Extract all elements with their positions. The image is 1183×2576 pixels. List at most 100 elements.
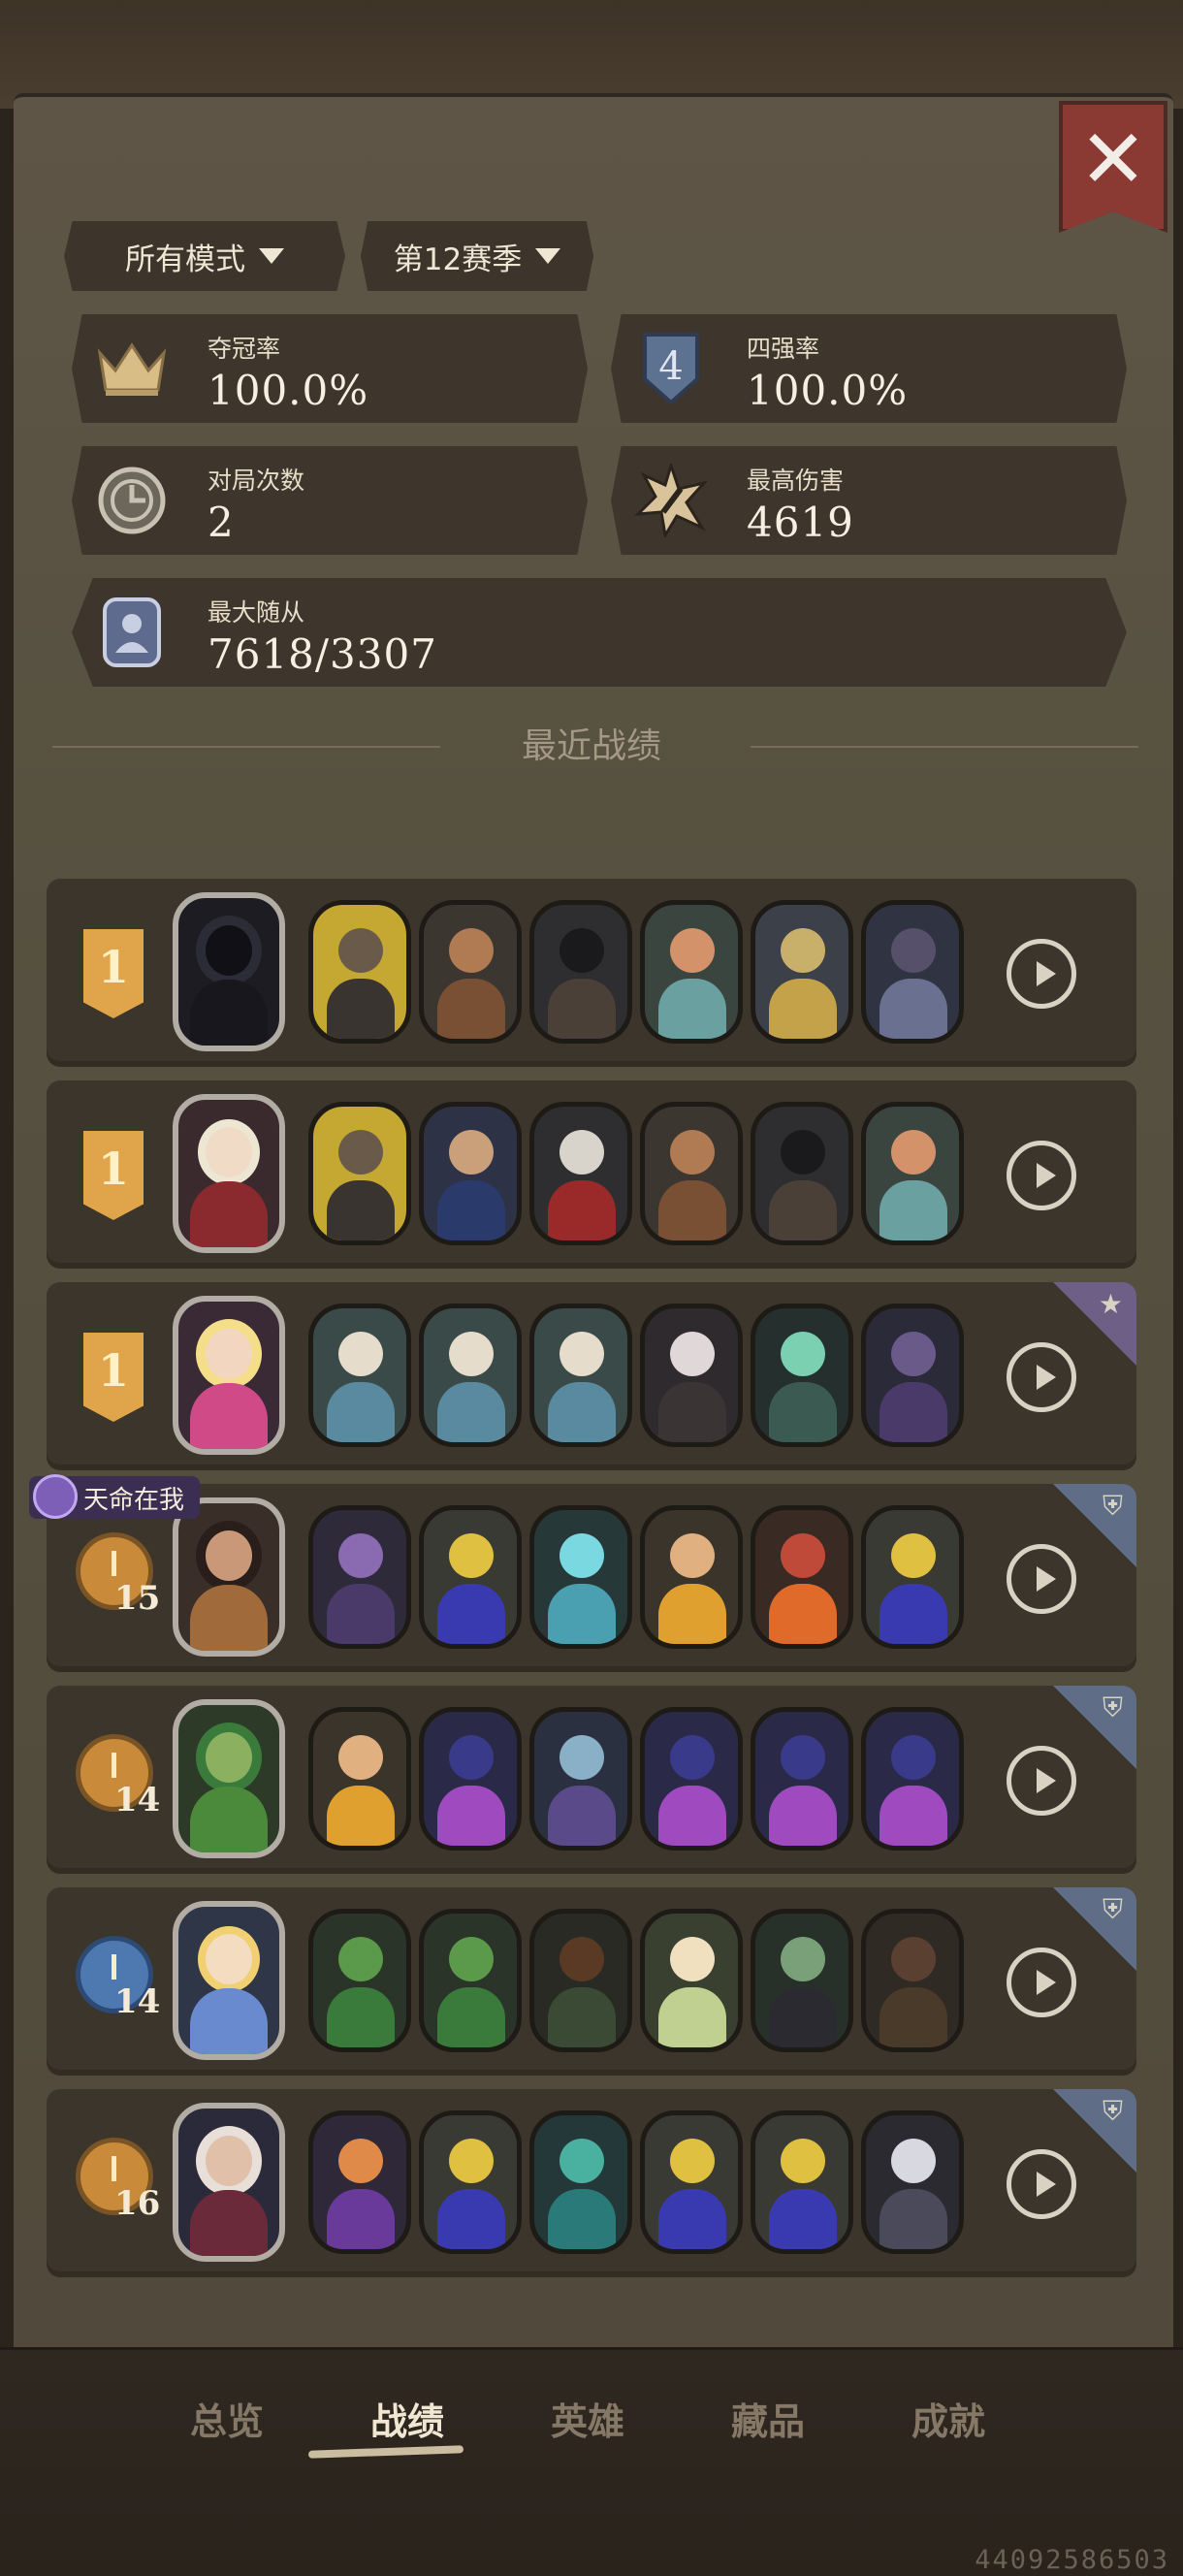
- minion-portrait[interactable]: [419, 1102, 522, 1245]
- stat-value: 7618/3307: [208, 630, 437, 678]
- hero-head: [206, 925, 252, 976]
- hero-portrait[interactable]: [173, 1497, 285, 1657]
- crown-icon: [93, 330, 171, 407]
- hero-portrait[interactable]: [173, 2103, 285, 2262]
- minion-portrait[interactable]: [861, 1505, 964, 1649]
- minion-portrait[interactable]: [861, 1102, 964, 1245]
- minion-portrait[interactable]: [861, 1707, 964, 1851]
- minion-portrait[interactable]: [640, 900, 743, 1044]
- minion-portrait[interactable]: [529, 1304, 632, 1447]
- hero-body: [190, 1988, 268, 2054]
- minion-portrait[interactable]: [640, 2110, 743, 2254]
- minion-portrait[interactable]: [308, 2110, 411, 2254]
- match-row[interactable]: ⛨ 15: [47, 1484, 1136, 1672]
- hero-portrait[interactable]: [173, 1094, 285, 1253]
- minion-portrait[interactable]: [419, 1909, 522, 2052]
- replay-button[interactable]: [1007, 1746, 1076, 1816]
- minion-portrait[interactable]: [529, 2110, 632, 2254]
- hero-portrait[interactable]: [173, 892, 285, 1051]
- minion-portrait[interactable]: [419, 2110, 522, 2254]
- play-icon: [1037, 1970, 1056, 1995]
- minion-portrait[interactable]: [529, 900, 632, 1044]
- stat-games-played: 对局次数 2: [72, 446, 588, 555]
- minion-portrait[interactable]: [419, 1707, 522, 1851]
- match-row[interactable]: ⛨ 14: [47, 1686, 1136, 1874]
- minion-portrait[interactable]: [751, 1304, 853, 1447]
- minion-portrait[interactable]: [529, 1102, 632, 1245]
- match-row[interactable]: ★ 1: [47, 1282, 1136, 1470]
- minion-portrait[interactable]: [640, 1102, 743, 1245]
- hero-head: [206, 1934, 252, 1984]
- chevron-down-icon: [535, 248, 561, 264]
- minion-portrait[interactable]: [308, 1505, 411, 1649]
- minion-portrait[interactable]: [308, 1102, 411, 1245]
- minion-portrait[interactable]: [640, 1909, 743, 2052]
- play-icon: [1037, 1566, 1056, 1592]
- rank-badge: 1: [83, 929, 144, 1018]
- hero-head: [206, 1329, 252, 1379]
- tab-collection[interactable]: 藏品: [731, 2392, 805, 2445]
- minion-portrait[interactable]: [861, 2110, 964, 2254]
- minion-portrait[interactable]: [751, 1909, 853, 2052]
- hero-portrait[interactable]: [173, 1901, 285, 2060]
- recent-records-title: 最近战绩: [521, 726, 661, 766]
- tab-heroes[interactable]: 英雄: [551, 2392, 624, 2445]
- replay-button[interactable]: [1007, 2149, 1076, 2219]
- star-icon: ★: [1098, 1288, 1123, 1320]
- match-row[interactable]: ⛨ 16: [47, 2089, 1136, 2277]
- mode-dropdown-label: 所有模式: [125, 242, 245, 277]
- svg-text:4: 4: [658, 344, 683, 389]
- minion-portrait[interactable]: [751, 900, 853, 1044]
- minion-portrait[interactable]: [640, 1505, 743, 1649]
- minion-portrait[interactable]: [751, 1505, 853, 1649]
- user-id: 44092586503: [975, 2545, 1169, 2575]
- minion-portrait[interactable]: [308, 1909, 411, 2052]
- hero-body: [190, 1787, 268, 1852]
- match-row[interactable]: ⛨ 14: [47, 1887, 1136, 2076]
- fate-tag-label: 天命在我: [83, 1485, 185, 1515]
- tab-records[interactable]: 战绩: [370, 2392, 444, 2445]
- play-icon: [1037, 1163, 1056, 1188]
- minion-portrait[interactable]: [419, 900, 522, 1044]
- minion-portrait[interactable]: [308, 900, 411, 1044]
- season-dropdown[interactable]: 第12赛季: [361, 221, 593, 291]
- minion-portrait[interactable]: [308, 1707, 411, 1851]
- play-icon: [1037, 1365, 1056, 1390]
- minion-portrait[interactable]: [419, 1505, 522, 1649]
- hero-body: [190, 1383, 268, 1449]
- tab-achievements[interactable]: 成就: [911, 2392, 985, 2445]
- match-row[interactable]: 1: [47, 1080, 1136, 1269]
- minion-portrait[interactable]: [529, 1505, 632, 1649]
- chevron-down-icon: [259, 248, 284, 264]
- match-row[interactable]: 1: [47, 879, 1136, 1067]
- minion-portrait[interactable]: [308, 1304, 411, 1447]
- minion-portrait[interactable]: [640, 1304, 743, 1447]
- minion-portrait[interactable]: [419, 1304, 522, 1447]
- rank-badge: 1: [83, 1131, 144, 1220]
- hero-portrait[interactable]: [173, 1699, 285, 1858]
- replay-button[interactable]: [1007, 1141, 1076, 1210]
- replay-button[interactable]: [1007, 1342, 1076, 1412]
- tab-overview[interactable]: 总览: [190, 2392, 264, 2445]
- minion-portrait[interactable]: [529, 1909, 632, 2052]
- play-icon: [1037, 961, 1056, 986]
- mode-dropdown[interactable]: 所有模式: [64, 221, 345, 291]
- minion-portrait[interactable]: [751, 1102, 853, 1245]
- minion-portrait[interactable]: [861, 900, 964, 1044]
- minion-portrait[interactable]: [529, 1707, 632, 1851]
- replay-button[interactable]: [1007, 1544, 1076, 1614]
- minion-portrait[interactable]: [640, 1707, 743, 1851]
- stat-label: 对局次数: [208, 467, 305, 495]
- stat-value: 2: [208, 499, 235, 546]
- timer-icon: [93, 462, 171, 539]
- replay-button[interactable]: [1007, 939, 1076, 1009]
- hero-portrait[interactable]: [173, 1296, 285, 1455]
- minion-portrait[interactable]: [861, 1909, 964, 2052]
- minion-portrait[interactable]: [861, 1304, 964, 1447]
- minion-portrait[interactable]: [751, 1707, 853, 1851]
- replay-button[interactable]: [1007, 1948, 1076, 2017]
- minion-portrait[interactable]: [751, 2110, 853, 2254]
- hero-body: [190, 980, 268, 1046]
- close-icon: ✕: [1078, 112, 1148, 207]
- stat-label: 四强率: [747, 335, 820, 363]
